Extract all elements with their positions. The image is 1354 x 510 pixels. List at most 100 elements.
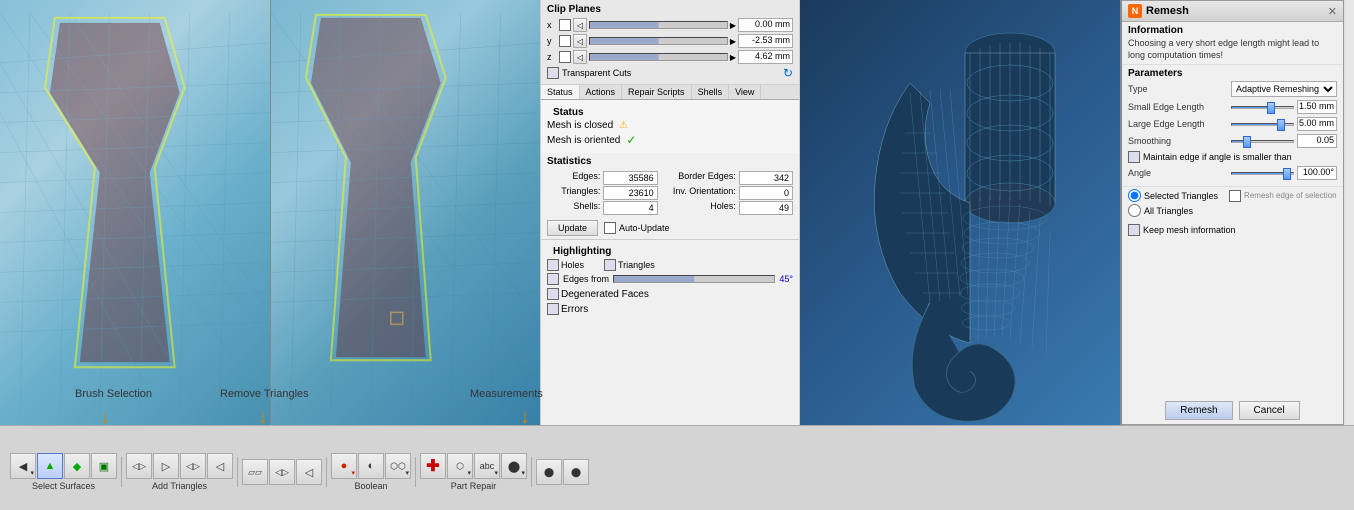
viewport-left[interactable]	[0, 0, 271, 425]
part-repair-circle[interactable]: ⬤	[501, 453, 527, 479]
extra-tool-1[interactable]: ⬤	[536, 459, 562, 485]
update-button[interactable]: Update	[547, 220, 598, 236]
holes-value: 49	[739, 201, 793, 215]
clip-x-minus[interactable]: ◁	[573, 18, 587, 32]
smoothing-row: Smoothing 0.05	[1128, 134, 1337, 148]
holes-checkbox[interactable]	[547, 259, 559, 271]
transparent-cuts-label: Transparent Cuts	[562, 68, 631, 78]
refresh-icon[interactable]: ↻	[783, 66, 793, 80]
clip-y-slider[interactable]	[589, 37, 728, 45]
degenerated-check: Degenerated Faces	[547, 288, 793, 300]
part-repair-label: Part Repair	[451, 481, 497, 491]
boolean-mesh-button[interactable]: ⬡⬡	[385, 453, 411, 479]
large-edge-label: Large Edge Length	[1128, 119, 1228, 129]
selected-triangles-label: Selected Triangles	[1144, 191, 1218, 201]
tab-repair-scripts[interactable]: Repair Scripts	[622, 85, 692, 99]
errors-label: Errors	[561, 304, 588, 315]
keep-mesh-checkbox[interactable]	[1128, 224, 1140, 236]
tool-smooth[interactable]: ◁	[296, 459, 322, 485]
transparent-cuts-checkbox[interactable]	[547, 67, 559, 79]
clip-x-slider[interactable]	[589, 21, 728, 29]
clip-y-label: y	[547, 36, 557, 46]
part-repair-cross[interactable]: ✚	[420, 453, 446, 479]
border-edges-value: 342	[739, 171, 793, 185]
select-surfaces-button[interactable]: ▲	[37, 453, 63, 479]
angle-row: Angle 100.00°	[1128, 166, 1337, 180]
clip-y-minus[interactable]: ◁	[573, 34, 587, 48]
mesh-oriented-icon: ✓	[626, 133, 636, 147]
auto-update-checkbox[interactable]	[604, 222, 616, 234]
small-edge-thumb[interactable]	[1267, 102, 1275, 114]
selected-triangles-radio[interactable]	[1128, 189, 1141, 202]
add-triangles-label: Add Triangles	[152, 481, 207, 491]
clip-z-value[interactable]: 4.62 mm	[738, 50, 793, 64]
cancel-button[interactable]: Cancel	[1239, 401, 1300, 420]
smoothing-slider-container	[1231, 140, 1294, 143]
dialog-close-button[interactable]: ✕	[1328, 5, 1337, 18]
angle-value[interactable]: 100.00°	[1297, 166, 1337, 180]
boolean-circle-button[interactable]: ●	[331, 453, 357, 479]
tool-bridge[interactable]: ◁▷	[269, 459, 295, 485]
edges-angle-value: 45°	[779, 274, 793, 284]
part-repair-text[interactable]: abc	[474, 453, 500, 479]
smoothing-thumb[interactable]	[1243, 136, 1251, 148]
mesh-closed-row: Mesh is closed ⚠	[547, 120, 793, 131]
clip-x-value[interactable]: 0.00 mm	[738, 18, 793, 32]
boolean-half-button[interactable]: ◐	[358, 453, 384, 479]
tab-shells[interactable]: Shells	[692, 85, 730, 99]
edges-from-label: Edges from	[563, 274, 609, 284]
tool-fill[interactable]: ▱▱	[242, 459, 268, 485]
clip-z-minus[interactable]: ◁	[573, 50, 587, 64]
triangles-checkbox[interactable]	[604, 259, 616, 271]
large-edge-slider[interactable]	[1231, 123, 1294, 126]
highlighting-section: Highlighting Holes Triangles Edges from …	[541, 239, 799, 318]
angle-thumb[interactable]	[1283, 168, 1291, 180]
clip-y-checkbox[interactable]	[559, 35, 571, 47]
remove-tri-1[interactable]: ◁	[207, 453, 233, 479]
dialog-title-text: Remesh	[1146, 5, 1189, 17]
keep-mesh-label: Keep mesh information	[1143, 225, 1236, 235]
large-edge-slider-container	[1231, 123, 1294, 126]
select-polygon-button[interactable]: ◆	[64, 453, 90, 479]
border-edges-label: Border Edges:	[659, 171, 738, 185]
inv-orientation-value: 0	[739, 186, 793, 200]
add-tri-3[interactable]: ◁▷	[180, 453, 206, 479]
triangles-label: Triangles	[618, 260, 655, 270]
tab-actions[interactable]: Actions	[580, 85, 623, 99]
degenerated-checkbox[interactable]	[547, 288, 559, 300]
n-logo-icon: N	[1128, 4, 1142, 18]
clip-z-slider[interactable]	[589, 53, 728, 61]
part-repair-hex[interactable]: ⬡	[447, 453, 473, 479]
clip-x-checkbox[interactable]	[559, 19, 571, 31]
remesh-edge-checkbox[interactable]	[1229, 190, 1241, 202]
holes-check-item: Holes	[547, 259, 584, 271]
errors-checkbox[interactable]	[547, 303, 559, 315]
maintain-edge-checkbox[interactable]	[1128, 151, 1140, 163]
remesh-button[interactable]: Remesh	[1165, 401, 1232, 420]
large-edge-value[interactable]: 5.00 mm	[1297, 117, 1337, 131]
tab-view[interactable]: View	[729, 85, 761, 99]
smoothing-slider[interactable]	[1231, 140, 1294, 143]
edges-slider[interactable]	[613, 275, 775, 283]
all-triangles-radio[interactable]	[1128, 204, 1141, 217]
clip-planes-section: Clip Planes x ◁ ▶ 0.00 mm y ◁ ▶ -2.53 mm…	[541, 0, 799, 85]
small-edge-value[interactable]: 1.50 mm	[1297, 100, 1337, 114]
clip-y-value[interactable]: -2.53 mm	[738, 34, 793, 48]
extra-tool-2[interactable]: ⬤	[563, 459, 589, 485]
viewport-right[interactable]	[271, 0, 541, 425]
add-tri-2[interactable]: ▷	[153, 453, 179, 479]
holes-label: Holes:	[659, 201, 738, 215]
type-select[interactable]: Adaptive Remeshing	[1231, 81, 1337, 97]
edges-checkbox[interactable]	[547, 273, 559, 285]
add-tri-1[interactable]: ◁▷	[126, 453, 152, 479]
large-edge-thumb[interactable]	[1277, 119, 1285, 131]
smoothing-value[interactable]: 0.05	[1297, 134, 1337, 148]
pointer-dropdown-button[interactable]: ◀	[10, 453, 36, 479]
small-edge-slider[interactable]	[1231, 106, 1294, 109]
dialog-buttons: Remesh Cancel	[1122, 397, 1343, 424]
remesh-footer: Keep mesh information	[1122, 221, 1343, 242]
clip-z-checkbox[interactable]	[559, 51, 571, 63]
tab-status[interactable]: Status	[541, 85, 580, 99]
angle-slider[interactable]	[1231, 172, 1294, 175]
select-paint-button[interactable]: ▣	[91, 453, 117, 479]
